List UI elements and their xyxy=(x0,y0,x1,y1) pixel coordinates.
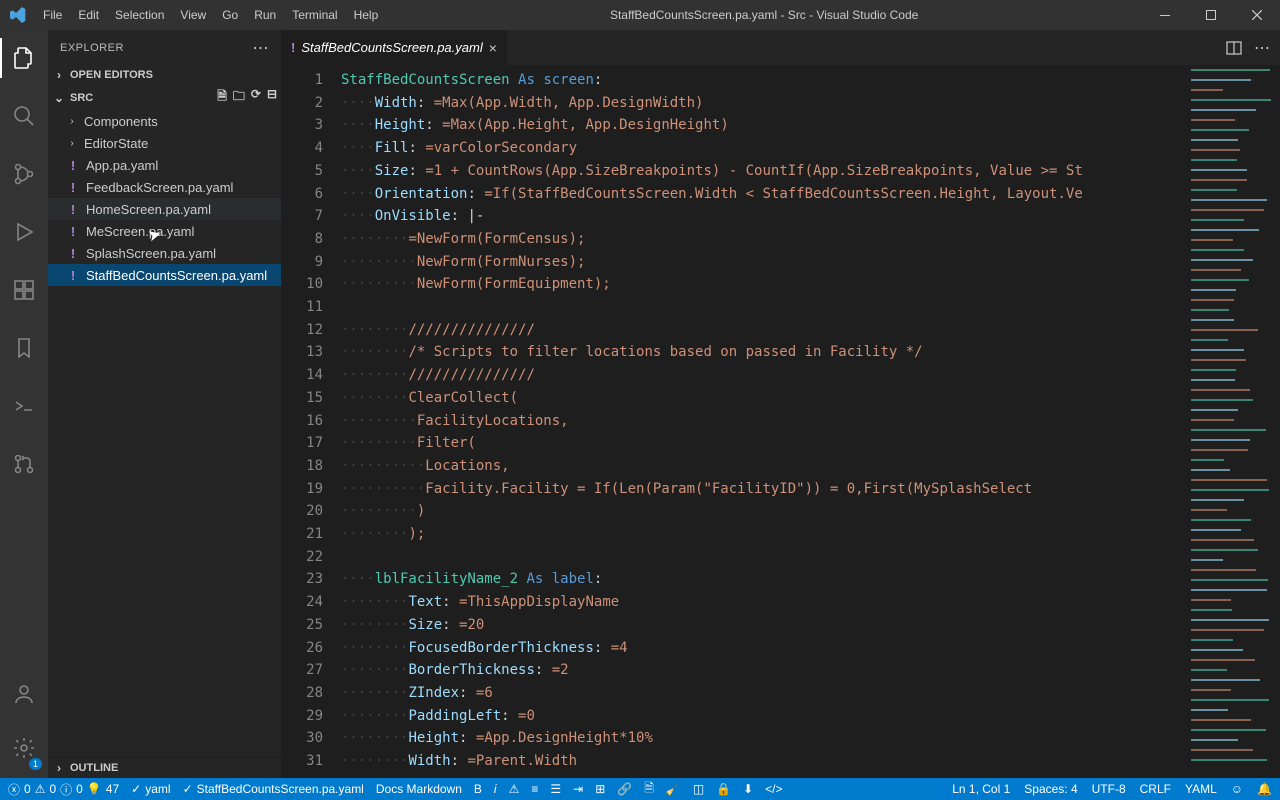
menu-terminal[interactable]: Terminal xyxy=(284,8,345,22)
hints-count: 47 xyxy=(106,782,119,796)
status-spaces[interactable]: Spaces: 4 xyxy=(1024,782,1077,796)
status-bold[interactable]: B xyxy=(474,782,482,796)
window-minimize-button[interactable] xyxy=(1142,0,1188,30)
activity-explorer-icon[interactable] xyxy=(0,38,48,78)
file-feedbackscreen-pa-yaml[interactable]: !FeedbackScreen.pa.yaml xyxy=(48,176,281,198)
status-icon-lock[interactable]: 🔒 xyxy=(716,782,731,796)
editor-content[interactable]: StaffBedCountsScreen As screen:····Width… xyxy=(341,65,1185,778)
status-yaml-check[interactable]: ✓ yaml xyxy=(131,782,170,796)
status-icon-download[interactable]: ⬇ xyxy=(743,782,753,796)
file-mescreen-pa-yaml[interactable]: !MeScreen.pa.yaml xyxy=(48,220,281,242)
status-icon-file[interactable]: 🗎 xyxy=(644,779,654,800)
status-encoding[interactable]: UTF-8 xyxy=(1092,782,1126,796)
status-icon-list[interactable]: ≡ xyxy=(531,782,538,796)
folder-root[interactable]: ⌄SRC 🗎 🗀 ⟳ ⊟ xyxy=(48,85,281,110)
status-icon-xml[interactable]: </> xyxy=(765,782,782,796)
status-icon-add[interactable]: ⊞ xyxy=(595,782,605,796)
vscode-logo-icon xyxy=(0,7,35,23)
active-file-label: StaffBedCountsScreen.pa.yaml xyxy=(197,782,364,796)
activity-search-icon[interactable] xyxy=(0,96,48,136)
activity-settings-icon[interactable]: 1 xyxy=(0,728,48,768)
warnings-count: 0 xyxy=(49,782,56,796)
status-italic[interactable]: i xyxy=(494,782,497,796)
file-app-pa-yaml[interactable]: !App.pa.yaml xyxy=(48,154,281,176)
editor-more-icon[interactable]: ⋯ xyxy=(1254,38,1270,58)
errors-count: 0 xyxy=(24,782,31,796)
status-docs[interactable]: Docs Markdown xyxy=(376,782,462,796)
line-numbers: 1234567891011121314151617181920212223242… xyxy=(281,65,341,778)
titlebar[interactable]: File Edit Selection View Go Run Terminal… xyxy=(0,0,1280,30)
menu-help[interactable]: Help xyxy=(346,8,387,22)
info-count: 0 xyxy=(76,782,83,796)
status-active-file[interactable]: ✓ StaffBedCountsScreen.pa.yaml xyxy=(183,782,364,796)
status-icon-indent[interactable]: ⇥ xyxy=(573,782,583,796)
tab-label: StaffBedCountsScreen.pa.yaml xyxy=(301,40,482,55)
activity-account-icon[interactable] xyxy=(0,674,48,714)
status-icon-clean[interactable]: 🧹 xyxy=(666,782,681,796)
menu-file[interactable]: File xyxy=(35,8,70,22)
collapse-icon[interactable]: ⊟ xyxy=(267,87,277,108)
sidebar-more-icon[interactable]: ⋯ xyxy=(253,38,270,58)
window-maximize-button[interactable] xyxy=(1188,0,1234,30)
lang-check-label: yaml xyxy=(145,782,170,796)
window-title: StaffBedCountsScreen.pa.yaml - Src - Vis… xyxy=(386,8,1142,22)
status-position[interactable]: Ln 1, Col 1 xyxy=(952,782,1010,796)
open-editors-label: OPEN EDITORS xyxy=(70,69,153,81)
status-problems[interactable]: ⓧ0 ⚠0 ⓘ0 💡47 xyxy=(8,781,119,798)
open-editors-section[interactable]: ›OPEN EDITORS xyxy=(48,65,281,85)
menu-edit[interactable]: Edit xyxy=(70,8,107,22)
status-icon-numlist[interactable]: ☰ xyxy=(550,782,561,796)
menubar: File Edit Selection View Go Run Terminal… xyxy=(35,8,386,22)
minimap[interactable] xyxy=(1185,65,1280,778)
status-language[interactable]: YAML xyxy=(1185,782,1217,796)
tab-staffbedcounts[interactable]: ! StaffBedCountsScreen.pa.yaml × xyxy=(281,30,508,65)
file-splashscreen-pa-yaml[interactable]: !SplashScreen.pa.yaml xyxy=(48,242,281,264)
refresh-icon[interactable]: ⟳ xyxy=(251,87,261,108)
window-close-button[interactable] xyxy=(1234,0,1280,30)
status-bell-icon[interactable]: 🔔 xyxy=(1257,782,1272,796)
status-icon-preview[interactable]: ◫ xyxy=(693,782,704,796)
status-bar: ⓧ0 ⚠0 ⓘ0 💡47 ✓ yaml ✓ StaffBedCountsScre… xyxy=(0,778,1280,800)
file-staffbedcountsscreen-pa-yaml[interactable]: !StaffBedCountsScreen.pa.yaml xyxy=(48,264,281,286)
settings-badge: 1 xyxy=(29,758,42,770)
status-eol[interactable]: CRLF xyxy=(1140,782,1171,796)
editor-tabs: ! StaffBedCountsScreen.pa.yaml × ⋯ xyxy=(281,30,1280,65)
file-homescreen-pa-yaml[interactable]: !HomeScreen.pa.yaml xyxy=(48,198,281,220)
split-editor-icon[interactable] xyxy=(1226,40,1242,56)
new-folder-icon[interactable]: 🗀 xyxy=(233,87,245,108)
outline-label: OUTLINE xyxy=(70,762,118,774)
menu-view[interactable]: View xyxy=(172,8,214,22)
outline-section[interactable]: ›OUTLINE xyxy=(48,757,281,778)
activity-remote-icon[interactable] xyxy=(0,386,48,426)
folder-editorstate[interactable]: ›EditorState xyxy=(48,132,281,154)
activity-scm-icon[interactable] xyxy=(0,154,48,194)
menu-selection[interactable]: Selection xyxy=(107,8,172,22)
status-feedback-icon[interactable]: ☺ xyxy=(1231,782,1243,796)
status-icon-warn[interactable]: ⚠ xyxy=(509,782,520,796)
activity-extensions-icon[interactable] xyxy=(0,270,48,310)
activity-bookmarks-icon[interactable] xyxy=(0,328,48,368)
sidebar-title: EXPLORER xyxy=(60,42,124,54)
folder-components[interactable]: ›Components xyxy=(48,110,281,132)
new-file-icon[interactable]: 🗎 xyxy=(217,87,227,108)
menu-run[interactable]: Run xyxy=(246,8,284,22)
status-icon-link[interactable]: 🔗 xyxy=(617,782,632,796)
folder-root-label: SRC xyxy=(70,92,93,104)
activity-bar: 1 xyxy=(0,30,48,778)
yaml-file-icon: ! xyxy=(291,40,295,55)
explorer-sidebar: EXPLORER ⋯ ›OPEN EDITORS ⌄SRC 🗎 🗀 ⟳ ⊟ ›C… xyxy=(48,30,281,778)
tab-close-icon[interactable]: × xyxy=(489,40,497,56)
activity-pull-requests-icon[interactable] xyxy=(0,444,48,484)
activity-debug-icon[interactable] xyxy=(0,212,48,252)
menu-go[interactable]: Go xyxy=(214,8,246,22)
